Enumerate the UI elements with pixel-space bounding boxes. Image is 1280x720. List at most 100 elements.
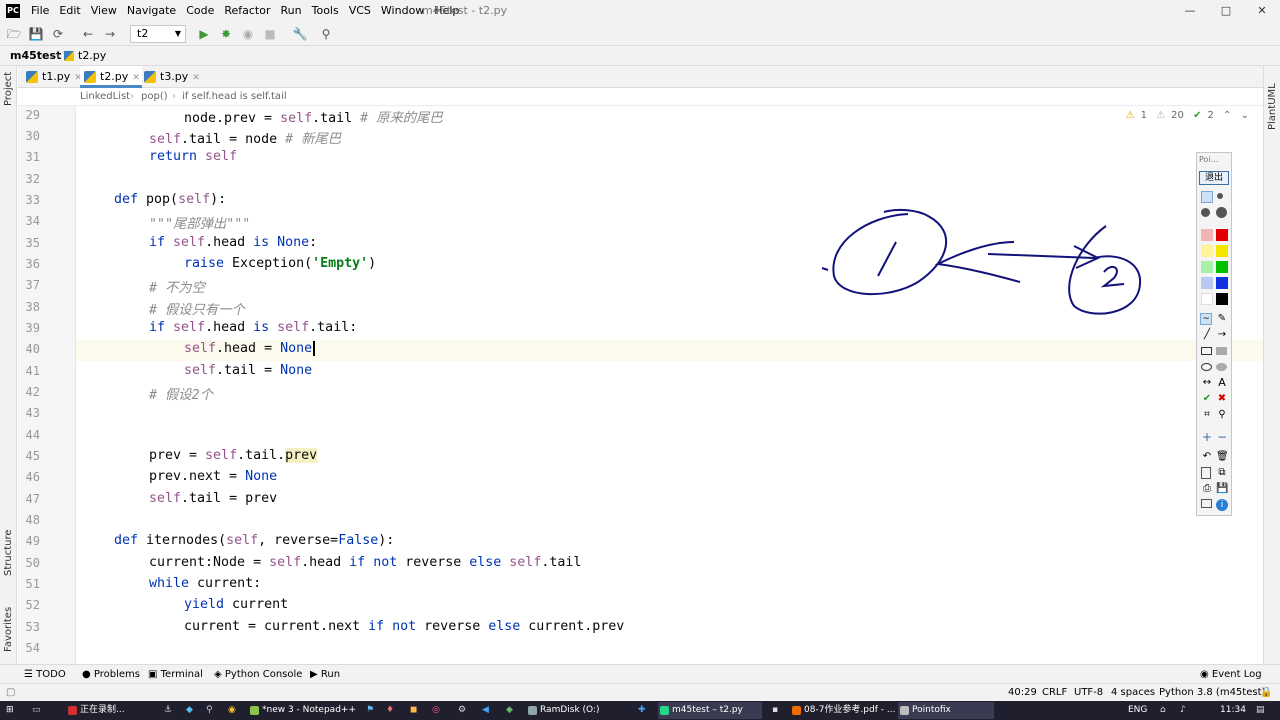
plus-icon[interactable]: + bbox=[1201, 431, 1213, 443]
code-line[interactable]: self.tail = None bbox=[184, 363, 312, 378]
notification-icon[interactable]: ▤ bbox=[1256, 701, 1265, 720]
code-line[interactable]: def iternodes(self, reverse=False): bbox=[114, 533, 394, 548]
ellipse-tool-icon[interactable] bbox=[1201, 363, 1212, 371]
close-icon[interactable]: ✖ bbox=[1216, 393, 1228, 405]
large-dot-size-icon[interactable] bbox=[1201, 208, 1210, 217]
back-arrow-icon[interactable]: ← bbox=[80, 26, 96, 42]
file-encoding[interactable]: UTF-8 bbox=[1074, 684, 1103, 702]
python-console-tool-button[interactable]: ◈ Python Console bbox=[214, 665, 302, 684]
chevron-down-icon[interactable]: ⌄ bbox=[1241, 110, 1249, 121]
vscode-icon[interactable]: ◀ bbox=[482, 701, 489, 720]
rectangle-tool-icon[interactable] bbox=[1201, 347, 1212, 355]
app-icon[interactable]: ✚ bbox=[638, 701, 646, 720]
maximize-button[interactable]: □ bbox=[1208, 0, 1244, 22]
new-page-icon[interactable] bbox=[1201, 467, 1211, 479]
coverage-icon[interactable]: ◉ bbox=[240, 26, 256, 42]
sync-icon[interactable]: ⟳ bbox=[50, 26, 66, 42]
run-configuration-select[interactable]: t2 ▼ bbox=[130, 25, 186, 43]
taskbar-item-ramdisk[interactable]: RamDisk (O:) bbox=[526, 702, 626, 719]
menu-code[interactable]: Code bbox=[181, 0, 219, 22]
todo-tool-button[interactable]: ☰ TODO bbox=[24, 665, 66, 684]
line-tool-icon[interactable]: ╱ bbox=[1201, 329, 1213, 341]
app-icon[interactable]: ◆ bbox=[186, 701, 193, 720]
debug-icon[interactable]: ✸ bbox=[218, 26, 234, 42]
yellow-color-swatch[interactable] bbox=[1216, 245, 1228, 257]
clock[interactable]: 11:34 bbox=[1220, 701, 1246, 720]
taskbar-item-pycharm[interactable]: m45test – t2.py bbox=[658, 702, 762, 719]
code-line[interactable]: self.tail = prev bbox=[149, 491, 277, 506]
freehand-pen-icon[interactable]: ~ bbox=[1200, 313, 1212, 325]
favorites-tool-tab[interactable]: Favorites bbox=[3, 607, 14, 652]
run-tool-button[interactable]: ▶ Run bbox=[310, 665, 340, 684]
app-icon[interactable]: ◆ bbox=[506, 701, 513, 720]
close-tab-icon[interactable]: ✕ bbox=[192, 73, 200, 83]
copy-icon[interactable]: ⧉ bbox=[1216, 467, 1228, 479]
code-line[interactable]: """尾部弹出""" bbox=[149, 213, 250, 232]
double-arrow-tool-icon[interactable]: ↔ bbox=[1201, 377, 1213, 389]
caret-position[interactable]: 40:29 bbox=[1008, 684, 1037, 702]
run-icon[interactable]: ▶ bbox=[196, 26, 212, 42]
code-line[interactable]: prev = self.tail.prev bbox=[149, 448, 318, 463]
save-icon[interactable]: 💾 bbox=[1216, 483, 1228, 495]
menu-tools[interactable]: Tools bbox=[307, 0, 344, 22]
app-icon[interactable]: ⚓ bbox=[164, 701, 172, 720]
medium-dot-size-icon[interactable] bbox=[1217, 193, 1223, 199]
light-green-color-swatch[interactable] bbox=[1201, 261, 1213, 273]
small-dot-size-icon[interactable] bbox=[1201, 191, 1213, 203]
lock-icon[interactable]: 🔒 bbox=[1260, 684, 1272, 702]
code-line[interactable]: current = current.next if not reverse el… bbox=[184, 619, 624, 634]
menu-refactor[interactable]: Refactor bbox=[219, 0, 275, 22]
code-line[interactable]: raise Exception('Empty') bbox=[184, 256, 376, 271]
code-line[interactable]: if self.head is self.tail: bbox=[149, 320, 357, 335]
nav-project[interactable]: m45test bbox=[10, 46, 61, 66]
plantuml-tool-tab[interactable]: PlantUML bbox=[1267, 83, 1278, 130]
trash-icon[interactable]: 🗑 bbox=[1216, 451, 1229, 463]
undo-icon[interactable]: ↶ bbox=[1201, 451, 1213, 463]
forward-arrow-icon[interactable]: → bbox=[102, 26, 118, 42]
tab-t2[interactable]: t2.py ✕ bbox=[80, 66, 142, 88]
pointofix-exit-button[interactable]: 退出 bbox=[1199, 171, 1229, 185]
app-icon[interactable]: ⚙ bbox=[458, 701, 466, 720]
eraser-icon[interactable]: ✎ bbox=[1216, 313, 1228, 325]
info-icon[interactable]: i bbox=[1216, 499, 1228, 511]
close-window-button[interactable]: ✕ bbox=[1244, 0, 1280, 22]
nav-file[interactable]: t2.py bbox=[78, 46, 106, 66]
python-interpreter[interactable]: Python 3.8 (m45test) bbox=[1159, 684, 1265, 702]
breadcrumb-class[interactable]: LinkedList bbox=[80, 88, 130, 106]
code-line[interactable]: # 不为空 bbox=[149, 277, 205, 296]
windows-start-icon[interactable]: ⊞ bbox=[6, 701, 14, 720]
stop-icon[interactable]: ■ bbox=[262, 26, 278, 42]
crop-icon[interactable]: ⌗ bbox=[1201, 409, 1213, 421]
save-all-icon[interactable]: 💾 bbox=[28, 26, 44, 42]
taskbar-item-pointofix[interactable]: Pointofix bbox=[898, 702, 994, 719]
light-red-color-swatch[interactable] bbox=[1201, 229, 1213, 241]
problems-tool-button[interactable]: ● Problems bbox=[82, 665, 140, 684]
light-yellow-color-swatch[interactable] bbox=[1201, 245, 1213, 257]
code-line[interactable]: while current: bbox=[149, 576, 261, 591]
input-method-indicator[interactable]: ENG bbox=[1128, 701, 1147, 720]
project-tool-tab[interactable]: Project bbox=[3, 72, 14, 106]
print-icon[interactable]: ⎙ bbox=[1201, 483, 1213, 495]
network-icon[interactable]: ⌂ bbox=[1160, 701, 1166, 720]
black-color-swatch[interactable] bbox=[1216, 293, 1228, 305]
minimize-button[interactable]: — bbox=[1172, 0, 1208, 22]
taskbar-item-pdf[interactable]: 08-7作业参考.pdf - ... bbox=[790, 702, 896, 719]
structure-tool-tab[interactable]: Structure bbox=[3, 529, 14, 576]
app-icon[interactable]: ◼ bbox=[410, 701, 417, 720]
chrome-icon[interactable]: ◉ bbox=[228, 701, 236, 720]
event-log-button[interactable]: ◉ Event Log bbox=[1200, 665, 1262, 684]
white-color-swatch[interactable] bbox=[1201, 293, 1213, 305]
code-line[interactable]: return self bbox=[149, 149, 237, 164]
check-icon[interactable]: ✔ bbox=[1201, 393, 1213, 405]
breadcrumb-block[interactable]: if self.head is self.tail bbox=[182, 88, 287, 106]
image-icon[interactable] bbox=[1201, 499, 1212, 508]
taskbar-item-recording[interactable]: 正在录制... bbox=[66, 702, 156, 719]
menu-view[interactable]: View bbox=[86, 0, 122, 22]
tab-t1[interactable]: t1.py ✕ bbox=[22, 66, 82, 88]
line-separator[interactable]: CRLF bbox=[1042, 684, 1067, 702]
code-line[interactable]: if self.head is None: bbox=[149, 235, 317, 250]
indent-setting[interactable]: 4 spaces bbox=[1111, 684, 1155, 702]
task-view-icon[interactable]: ▭ bbox=[32, 701, 41, 720]
code-line[interactable]: node.prev = self.tail # 原来的尾巴 bbox=[184, 107, 443, 126]
zoom-icon[interactable]: ⚲ bbox=[1216, 409, 1228, 421]
